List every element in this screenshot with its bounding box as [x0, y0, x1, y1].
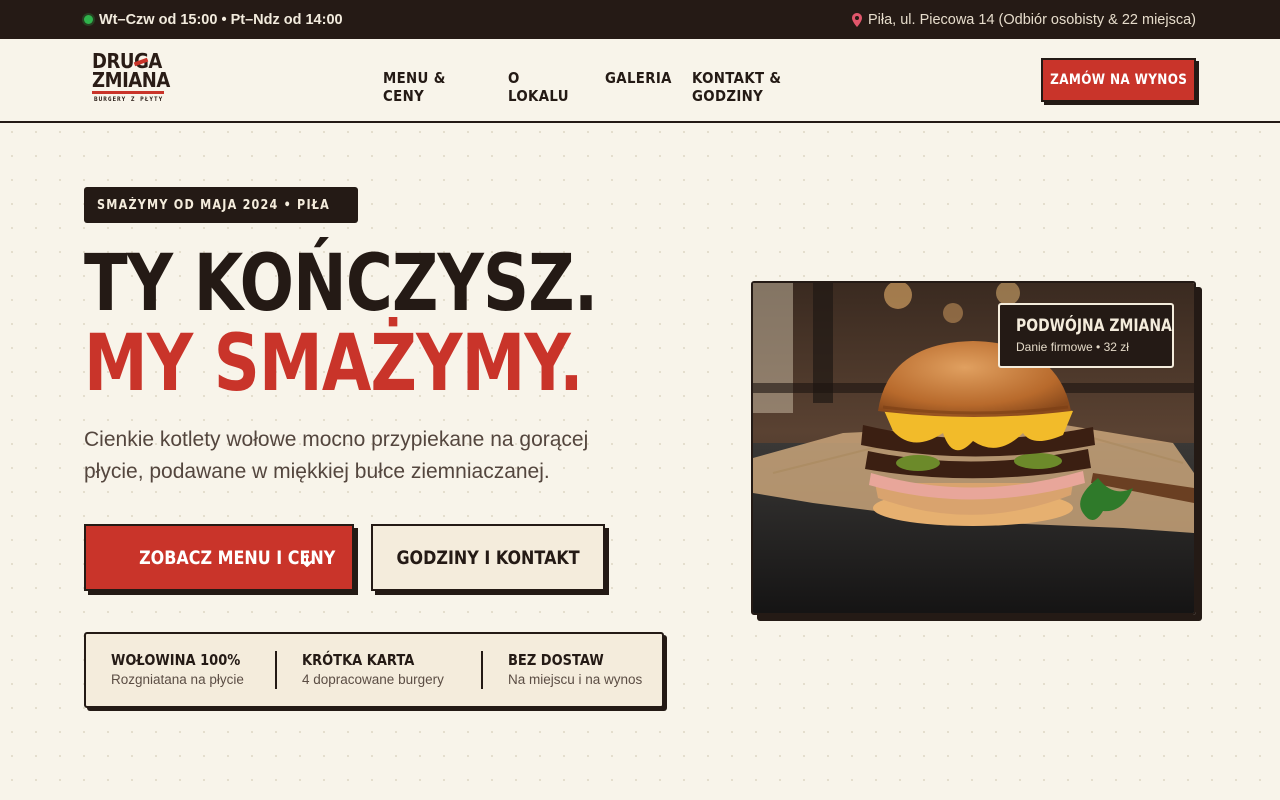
logo-line-2: ZMIANA	[92, 68, 170, 94]
feature-subtitle: Rozgniatana na płycie	[111, 672, 244, 687]
feature-subtitle: 4 dopracowane burgery	[302, 672, 444, 687]
opening-hours: Wt–Czw od 15:00 • Pt–Ndz od 14:00	[84, 12, 343, 28]
headline-line-2: MY SMAŻYMY.	[84, 319, 584, 409]
nav-item-galeria[interactable]: GALERIA	[605, 69, 671, 105]
map-pin-icon	[851, 12, 862, 27]
logo-tagline: BURGERY Z PŁYTY	[94, 96, 164, 103]
nav-item-kontakt-godziny[interactable]: KONTAKT & GODZINY	[692, 69, 817, 105]
feature-item: WOŁOWINA 100% Rozgniatana na płycie	[86, 651, 275, 689]
logo[interactable]: DRUGA ZMIANA BURGERY Z PŁYTY	[92, 51, 172, 110]
hero-badge-text: SMAŻYMY OD MAJA 2024 • PIŁA	[97, 197, 331, 213]
feature-title: BEZ DOSTAW	[508, 651, 604, 669]
features-strip: WOŁOWINA 100% Rozgniatana na płycie KRÓT…	[84, 632, 664, 708]
feature-subtitle: Na miejscu i na wynos	[508, 672, 643, 687]
main-navigation: DRUGA ZMIANA BURGERY Z PŁYTY MENU & CENY…	[0, 39, 1280, 123]
hero-lead: Cienkie kotlety wołowe mocno przypiekane…	[84, 428, 589, 483]
photo-tag: PODWÓJNA ZMIANA Danie firmowe • 32 zł	[998, 303, 1174, 368]
photo-tag-subtitle: Danie firmowe • 32 zł	[1016, 340, 1129, 354]
order-takeaway-button[interactable]: ZAMÓW NA WYNOS	[1041, 58, 1196, 102]
feature-item: KRÓTKA KARTA 4 dopracowane burgery	[275, 651, 481, 689]
nav-menu: MENU & CENY O LOKALU GALERIA KONTAKT & G…	[383, 69, 837, 105]
see-menu-button[interactable]: ZOBACZ MENU I CENY	[84, 524, 354, 591]
address: Piła, ul. Piecowa 14 (Odbiór osobisty & …	[851, 11, 1196, 28]
address-text: Piła, ul. Piecowa 14 (Odbiór osobisty & …	[867, 11, 1196, 28]
feature-item: BEZ DOSTAW Na miejscu i na wynos	[481, 651, 662, 689]
hours-contact-label: GODZINY I KONTAKT	[396, 546, 580, 569]
headline-line-1: TY KOŃCZYSZ.	[84, 239, 598, 329]
see-menu-label: ZOBACZ MENU I CENY	[139, 546, 336, 569]
hero-badge: SMAŻYMY OD MAJA 2024 • PIŁA	[84, 187, 358, 223]
hero-headline: TY KOŃCZYSZ. MY SMAŻYMY.	[84, 244, 710, 404]
feature-title: KRÓTKA KARTA	[302, 651, 415, 669]
hours-contact-button[interactable]: GODZINY I KONTAKT	[371, 524, 605, 591]
feature-title: WOŁOWINA 100%	[111, 651, 241, 669]
photo-tag-title: PODWÓJNA ZMIANA	[1016, 316, 1172, 336]
opening-hours-text: Wt–Czw od 15:00 • Pt–Ndz od 14:00	[99, 11, 343, 28]
nav-item-menu-ceny[interactable]: MENU & CENY	[383, 69, 466, 105]
status-dot-icon	[84, 15, 93, 24]
top-info-bar: Wt–Czw od 15:00 • Pt–Ndz od 14:00 Piła, …	[0, 0, 1280, 39]
order-takeaway-label: ZAMÓW NA WYNOS	[1049, 72, 1188, 88]
nav-item-o-lokalu[interactable]: O LOKALU	[508, 69, 569, 105]
